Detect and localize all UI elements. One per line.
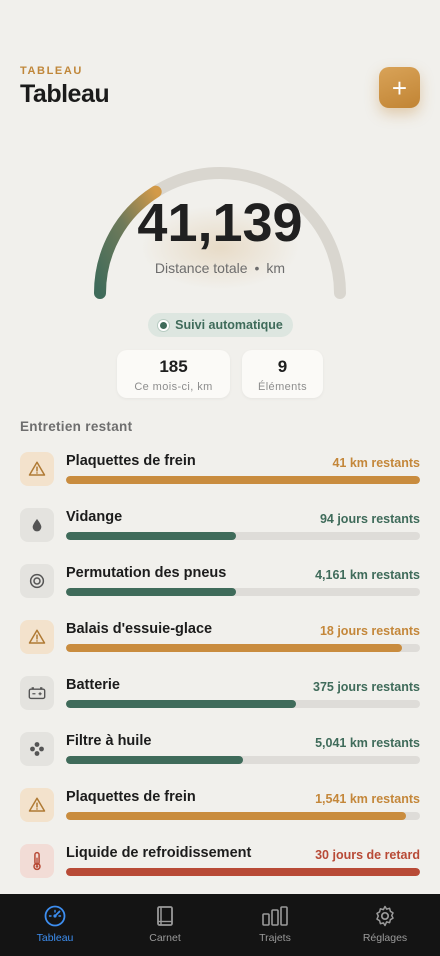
- progress-fill: [66, 868, 420, 876]
- dashboard-screen: TABLEAU Tableau + 41,139 Distance totale…: [0, 0, 440, 956]
- progress-track: [66, 644, 420, 652]
- tab-label: Trajets: [259, 932, 291, 944]
- warning-icon: [28, 629, 46, 644]
- gauge-icon: [44, 905, 66, 927]
- item-icon: [20, 508, 54, 542]
- item-name: Filtre à huile: [66, 733, 152, 749]
- item-name: Balais d'essuie-glace: [66, 621, 213, 637]
- progress-track: [66, 868, 420, 876]
- battery-icon: [28, 687, 46, 700]
- maintenance-item[interactable]: Batterie 375 jours restants: [20, 676, 420, 712]
- gear-icon: [376, 905, 394, 927]
- warning-icon: [28, 461, 46, 476]
- warning-icon: [28, 797, 46, 812]
- tracking-dot-icon: [158, 319, 170, 331]
- item-name: Plaquettes de frein: [66, 453, 196, 469]
- item-icon: [20, 788, 54, 822]
- tab-bar: Tableau Carnet Trajets Réglages: [0, 894, 440, 956]
- progress-fill: [66, 532, 236, 540]
- item-icon: [20, 564, 54, 598]
- maintenance-item[interactable]: Filtre à huile 5,041 km restants: [20, 732, 420, 768]
- item-remaining: 41 km restants: [332, 456, 420, 470]
- oil-drop-icon: [32, 519, 42, 532]
- bar-chart-icon: [262, 906, 288, 926]
- item-name: Vidange: [66, 509, 123, 525]
- progress-track: [66, 588, 420, 596]
- progress-fill: [66, 476, 420, 484]
- caption-separator: •: [254, 260, 260, 276]
- item-name: Permutation des pneus: [66, 565, 227, 581]
- maintenance-item[interactable]: Liquide de refroidissement 30 jours de r…: [20, 844, 420, 880]
- item-name: Plaquettes de frein: [66, 789, 196, 805]
- item-icon: [20, 844, 54, 878]
- item-remaining: 4,161 km restants: [315, 568, 420, 582]
- total-distance-caption: Distance totale • km: [0, 260, 440, 276]
- maintenance-item[interactable]: Vidange 94 jours restants: [20, 508, 420, 544]
- stat-card-items: 9 Éléments: [242, 350, 323, 398]
- add-button[interactable]: +: [379, 67, 420, 108]
- item-name: Batterie: [66, 677, 120, 693]
- progress-fill: [66, 588, 236, 596]
- progress-fill: [66, 812, 406, 820]
- stat-value: 185: [159, 357, 188, 376]
- tab-reglages[interactable]: Réglages: [330, 904, 440, 944]
- distance-unit: km: [266, 260, 286, 276]
- stat-label: Éléments: [257, 381, 308, 393]
- progress-fill: [66, 700, 297, 708]
- progress-track: [66, 476, 420, 484]
- item-remaining: 1,541 km restants: [315, 792, 420, 806]
- tab-label: Réglages: [362, 932, 408, 944]
- maintenance-item[interactable]: Plaquettes de frein 41 km restants: [20, 452, 420, 488]
- maintenance-item[interactable]: Plaquettes de frein 1,541 km restants: [20, 788, 420, 824]
- page-eyebrow: TABLEAU: [20, 65, 83, 77]
- item-remaining: 94 jours restants: [319, 512, 420, 526]
- progress-fill: [66, 756, 243, 764]
- total-distance-value: 41,139: [137, 193, 303, 253]
- progress-fill: [66, 644, 403, 652]
- item-remaining: 18 jours restants: [319, 624, 420, 638]
- item-icon: [20, 452, 54, 486]
- item-name: Liquide de refroidissement: [66, 845, 252, 861]
- section-title: Entretien restant: [20, 419, 133, 434]
- stat-card-month-km: 185 Ce mois-ci, km: [117, 350, 230, 398]
- item-remaining: 30 jours de retard: [315, 848, 420, 862]
- item-icon: [20, 676, 54, 710]
- tab-label: Carnet: [149, 932, 181, 944]
- progress-track: [66, 812, 420, 820]
- tire-icon: [29, 573, 45, 589]
- thermometer-icon: [33, 851, 41, 871]
- auto-tracking-badge[interactable]: Suivi automatique: [148, 313, 293, 337]
- tab-carnet[interactable]: Carnet: [110, 904, 220, 944]
- maintenance-item[interactable]: Balais d'essuie-glace 18 jours restants: [20, 620, 420, 656]
- auto-tracking-label: Suivi automatique: [175, 318, 283, 332]
- tab-trajets[interactable]: Trajets: [220, 904, 330, 944]
- item-icon: [20, 620, 54, 654]
- progress-track: [66, 756, 420, 764]
- item-remaining: 375 jours restants: [313, 680, 420, 694]
- filter-icon: [30, 742, 44, 756]
- book-icon: [157, 906, 173, 926]
- maintenance-item[interactable]: Permutation des pneus 4,161 km restants: [20, 564, 420, 600]
- item-icon: [20, 732, 54, 766]
- tab-tableau[interactable]: Tableau: [0, 904, 110, 944]
- progress-track: [66, 532, 420, 540]
- progress-track: [66, 700, 420, 708]
- distance-caption-text: Distance totale: [154, 260, 248, 276]
- page-title: Tableau: [20, 80, 110, 108]
- item-remaining: 5,041 km restants: [315, 736, 420, 750]
- plus-icon: +: [391, 72, 408, 103]
- stat-value: 9: [277, 357, 288, 376]
- tab-label: Tableau: [36, 932, 74, 944]
- stat-label: Ce mois-ci, km: [134, 381, 213, 393]
